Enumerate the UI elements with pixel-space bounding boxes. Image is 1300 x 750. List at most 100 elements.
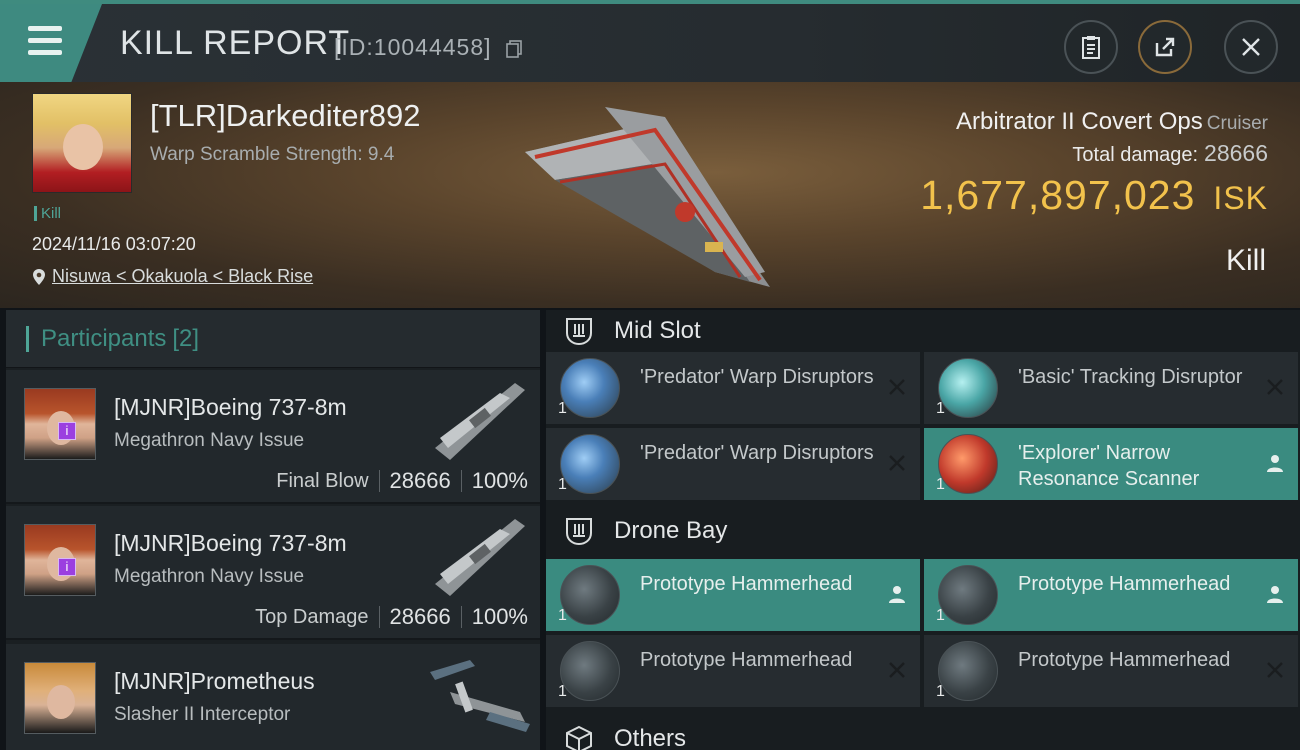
isk-unit: ISK	[1213, 180, 1268, 216]
clipboard-icon	[1082, 36, 1100, 59]
total-damage-value: 28666	[1204, 140, 1268, 166]
share-button[interactable]	[1138, 20, 1192, 74]
divider	[460, 470, 462, 492]
module-qty: 1	[558, 476, 567, 493]
participants-label: Participants	[41, 324, 167, 352]
destroyed-icon	[1267, 379, 1283, 395]
drone-item[interactable]: 1 Prototype Hammerhead	[924, 635, 1298, 707]
dropped-person-icon	[1267, 455, 1283, 472]
participant-stats: Final Blow 28666 100%	[276, 468, 528, 494]
victim-ship-name[interactable]: Arbitrator II Covert Ops Cruiser	[956, 108, 1268, 136]
participant-percent: 100%	[471, 604, 528, 629]
drone-qty: 1	[936, 607, 945, 624]
corp-badge-icon: i	[58, 558, 76, 576]
participant-ship-image	[435, 383, 525, 460]
destroyed-icon	[889, 455, 905, 471]
module-qty: 1	[936, 400, 945, 417]
divider	[378, 606, 380, 628]
participants-header: Participants [2]	[6, 310, 540, 368]
mid-slot-icon	[566, 318, 592, 346]
participant-avatar	[24, 662, 96, 734]
page-title: KILL REPORT	[120, 24, 351, 62]
participant-ship: Slasher II Interceptor	[114, 704, 291, 725]
module-name: 'Basic' Tracking Disruptor	[1018, 366, 1243, 388]
module-qty: 1	[936, 476, 945, 493]
section-others: Others	[546, 718, 1300, 750]
participants-panel: Participants [2] i [MJNR]Boeing 737-8m M…	[6, 310, 540, 750]
drone-qty: 1	[936, 683, 945, 700]
drone-qty: 1	[558, 607, 567, 624]
module-item[interactable]: 1 'Explorer' Narrow Resonance Scanner	[924, 428, 1298, 500]
drone-icon	[560, 641, 620, 701]
participant-row[interactable]: [MJNR]Prometheus Slasher II Interceptor	[6, 644, 540, 750]
kill-datetime: 2024/11/16 03:07:20	[32, 234, 196, 254]
module-item[interactable]: 1 'Predator' Warp Disruptors	[546, 352, 920, 424]
participant-row[interactable]: i [MJNR]Boeing 737-8m Megathron Navy Iss…	[6, 370, 540, 504]
module-name: 'Predator' Warp Disruptors	[640, 442, 874, 464]
module-name: 'Explorer' Narrow Resonance Scanner	[1018, 442, 1200, 490]
location-pin-icon	[33, 268, 45, 285]
participant-damage: 28666	[389, 604, 451, 629]
participant-role: Top Damage	[255, 605, 369, 628]
participant-damage: 28666	[389, 468, 451, 493]
ship-class: Cruiser	[1206, 113, 1268, 134]
share-icon	[1155, 37, 1175, 57]
warp-scramble-strength: Warp Scramble Strength: 9.4	[150, 144, 395, 165]
module-item[interactable]: 1 'Basic' Tracking Disruptor	[924, 352, 1298, 424]
drone-qty: 1	[558, 683, 567, 700]
participant-ship-image	[430, 660, 530, 732]
drone-name: Prototype Hammerhead	[1018, 573, 1231, 595]
participant-ship: Megathron Navy Issue	[114, 430, 305, 451]
location-text[interactable]: Nisuwa < Okakuola < Black Rise	[52, 266, 313, 287]
destroyed-icon	[1267, 662, 1283, 678]
drone-icon	[938, 641, 998, 701]
drone-name: Prototype Hammerhead	[1018, 649, 1231, 671]
drone-item[interactable]: 1 Prototype Hammerhead	[924, 559, 1298, 631]
hamburger-icon	[28, 26, 62, 31]
participant-row[interactable]: i [MJNR]Boeing 737-8m Megathron Navy Iss…	[6, 506, 540, 640]
clipboard-button[interactable]	[1064, 20, 1118, 74]
close-icon	[1242, 38, 1260, 56]
section-title: Mid Slot	[614, 317, 701, 344]
dropped-person-icon	[889, 586, 905, 603]
top-bar: KILL REPORT [ID:10044458]	[0, 0, 1300, 82]
victim-name[interactable]: [TLR]Darkediter892	[150, 98, 421, 134]
module-qty: 1	[558, 400, 567, 417]
drone-item[interactable]: 1 Prototype Hammerhead	[546, 559, 920, 631]
victim-portrait[interactable]	[32, 93, 132, 193]
warp-disruptor-icon	[560, 358, 620, 418]
participant-ship: Megathron Navy Issue	[114, 566, 305, 587]
close-button[interactable]	[1224, 20, 1278, 74]
fitting-panel: Mid Slot 1 'Predator' Warp Disruptors 1 …	[546, 310, 1300, 750]
participant-name: [MJNR]Boeing 737-8m	[114, 530, 347, 556]
module-item[interactable]: 1 'Predator' Warp Disruptors	[546, 428, 920, 500]
participant-percent: 100%	[471, 468, 528, 493]
warp-disruptor-icon	[560, 434, 620, 494]
participant-role: Final Blow	[276, 469, 369, 492]
section-title: Drone Bay	[614, 517, 728, 544]
kill-tag: Kill	[34, 206, 61, 221]
total-damage: Total damage: 28666	[1072, 140, 1268, 166]
tracking-disruptor-icon	[938, 358, 998, 418]
report-id: [ID:10044458]	[334, 34, 492, 60]
copy-icon[interactable]	[506, 40, 522, 58]
drone-name: Prototype Hammerhead	[640, 573, 853, 595]
section-drone-bay: Drone Bay	[546, 510, 1300, 552]
cargo-box-icon	[566, 725, 592, 750]
drone-icon	[560, 565, 620, 625]
drone-icon	[938, 565, 998, 625]
menu-button[interactable]	[0, 4, 102, 82]
drone-item[interactable]: 1 Prototype Hammerhead	[546, 635, 920, 707]
corp-badge-icon: i	[58, 422, 76, 440]
module-name: 'Predator' Warp Disruptors	[640, 366, 874, 388]
destroyed-icon	[889, 379, 905, 395]
dropped-person-icon	[1267, 586, 1283, 603]
section-mid-slot: Mid Slot	[546, 310, 1300, 352]
drone-name: Prototype Hammerhead	[640, 649, 853, 671]
participant-stats: Top Damage 28666 100%	[255, 604, 528, 630]
isk-value: 1,677,897,023 ISK	[920, 172, 1268, 218]
destroyed-icon	[889, 662, 905, 678]
participants-count: [2]	[172, 324, 200, 352]
participant-name: [MJNR]Prometheus	[114, 668, 315, 694]
location-link[interactable]: Nisuwa < Okakuola < Black Rise	[32, 266, 313, 287]
